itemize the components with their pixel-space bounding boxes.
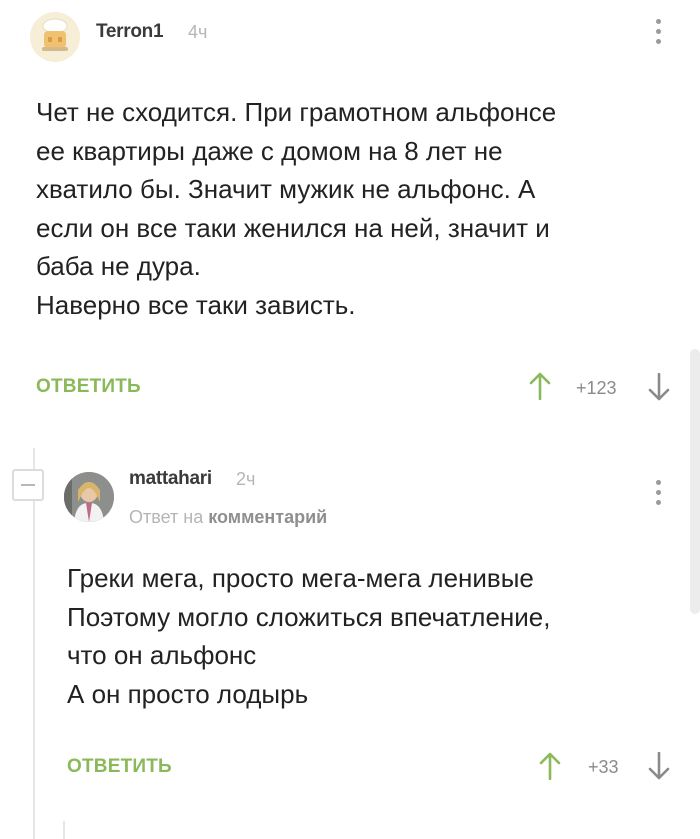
- reply-line: Греки мега, просто мега-мега ленивые: [67, 563, 534, 593]
- reply-line: что он альфонс: [67, 640, 257, 670]
- comment-author[interactable]: Terron1: [96, 21, 164, 43]
- arrow-up-icon[interactable]: [539, 752, 561, 785]
- reply-time: 2ч: [236, 469, 256, 489]
- comment-line: если он все таки женился на ней, значит …: [36, 212, 550, 243]
- thread-line: [33, 448, 35, 839]
- comment-time: 4ч: [188, 22, 208, 42]
- comment-line: Чет не сходится. При грамотном альфонсе: [36, 97, 557, 127]
- scrollbar[interactable]: [690, 349, 700, 614]
- reply-line: А он просто лодырь: [67, 678, 309, 709]
- avatar[interactable]: [64, 472, 114, 522]
- vote-score: +123: [576, 378, 617, 398]
- reply-to-label: Ответ на комментарий: [129, 507, 327, 528]
- kebab-vertical-icon[interactable]: [653, 19, 663, 44]
- comment-line: Наверно все таки зависть.: [36, 289, 356, 320]
- arrow-up-icon[interactable]: [529, 372, 551, 405]
- avatar[interactable]: [30, 12, 80, 62]
- arrow-down-icon[interactable]: [648, 372, 670, 406]
- vote-score: +33: [588, 757, 619, 777]
- kebab-vertical-icon[interactable]: [653, 480, 663, 505]
- comment-body: Чет не сходится. При грамотном альфонсе …: [36, 93, 676, 324]
- comment-line: баба не дура.: [36, 251, 201, 281]
- reply-author[interactable]: mattahari: [129, 468, 212, 490]
- reply-body: Греки мега, просто мега-мега ленивые Поэ…: [67, 559, 667, 713]
- reply-button[interactable]: ОТВЕТИТЬ: [67, 756, 172, 778]
- minus-box-icon[interactable]: [12, 469, 44, 501]
- reply-button[interactable]: ОТВЕТИТЬ: [36, 376, 141, 398]
- reply-line: Поэтому могло сложиться впечатление,: [67, 601, 551, 632]
- arrow-down-icon[interactable]: [648, 751, 670, 785]
- comment-line: хватило бы. Значит мужик не альфонс. А: [36, 174, 536, 204]
- reply-to-link[interactable]: комментарий: [208, 507, 327, 527]
- thread-line: [63, 821, 65, 839]
- comment-line: ее квартиры даже с домом на 8 лет не: [36, 135, 503, 166]
- reply-to-prefix: Ответ на: [129, 507, 204, 527]
